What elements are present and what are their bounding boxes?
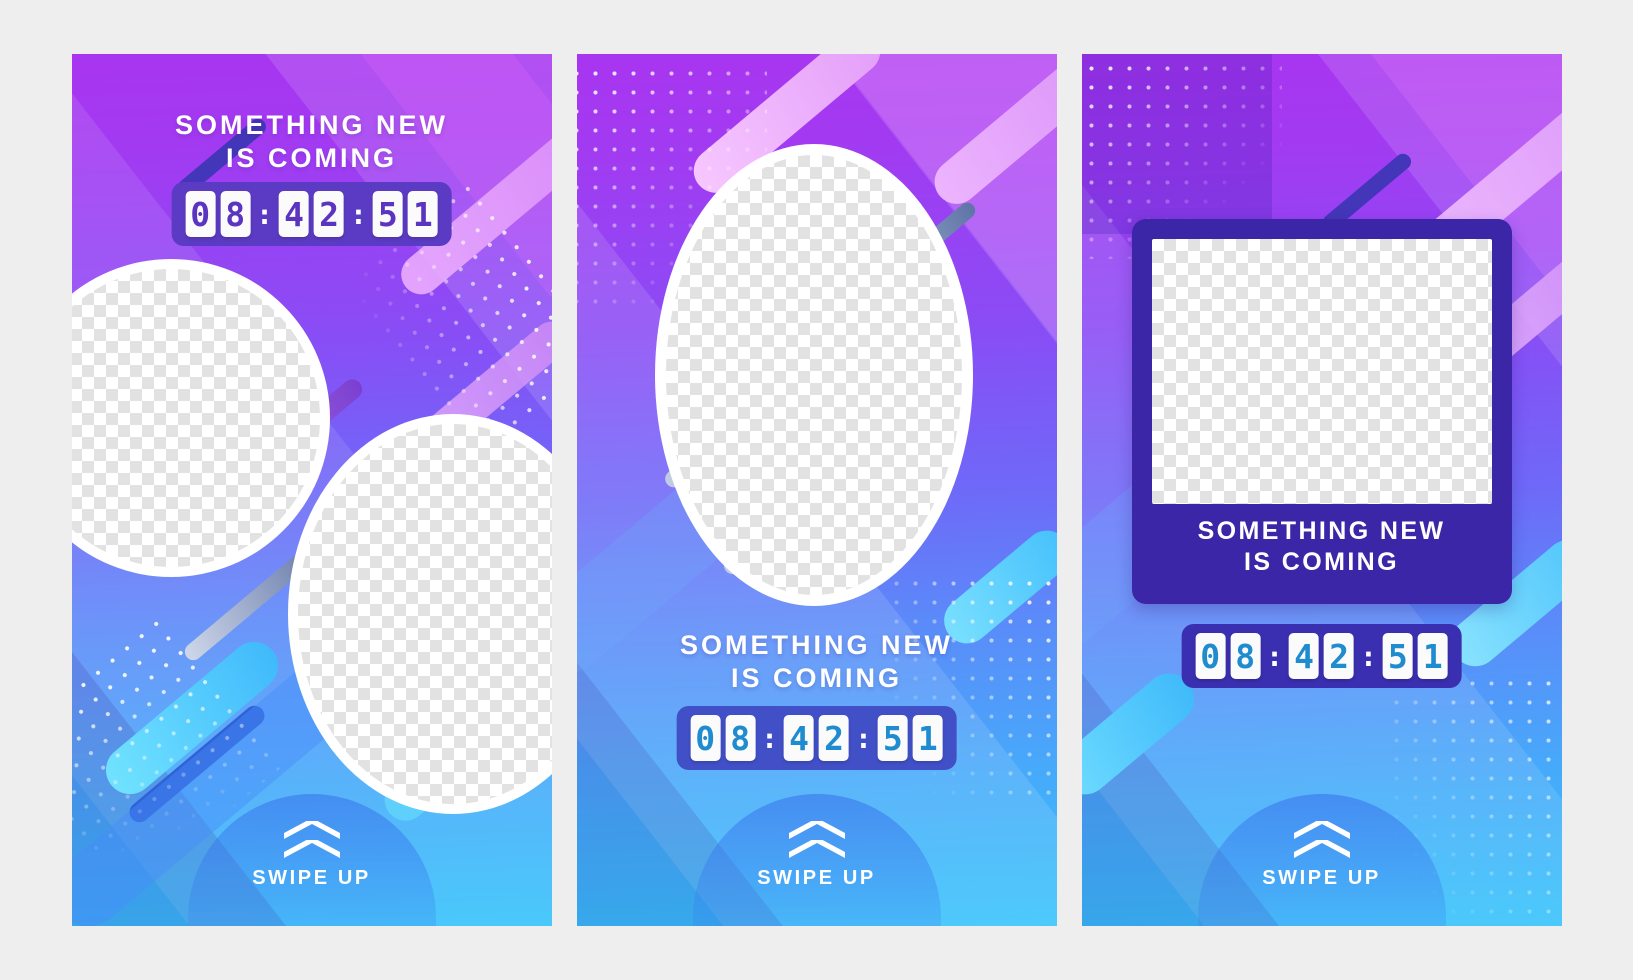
countdown-digit: 8 xyxy=(725,715,756,761)
story-panel-2: SOMETHING NEW IS COMING 0 8 : 4 2 : 5 1 … xyxy=(576,54,1057,926)
swipe-up-label: SWIPE UP xyxy=(1262,867,1381,889)
panel-3-countdown[interactable]: 0 8 : 4 2 : 5 1 xyxy=(1181,624,1462,688)
swipe-up-label: SWIPE UP xyxy=(252,867,371,889)
countdown-separator: : xyxy=(350,197,367,231)
countdown-separator: : xyxy=(1266,639,1283,673)
chevron-up-icon xyxy=(1291,821,1353,861)
panel-1-headline: SOMETHING NEW IS COMING xyxy=(72,109,552,175)
image-placeholder-square[interactable] xyxy=(1151,239,1492,504)
headline-line-1: SOMETHING NEW xyxy=(680,630,953,660)
countdown-separator: : xyxy=(1360,639,1377,673)
countdown-digit: 0 xyxy=(1195,633,1226,679)
countdown-digit: 5 xyxy=(877,715,908,761)
countdown-digit: 2 xyxy=(1324,633,1354,679)
headline-line-2: IS COMING xyxy=(225,142,397,173)
panel-3-photo-frame: SOMETHING NEW IS COMING xyxy=(1131,219,1512,604)
countdown-digit: 2 xyxy=(314,191,344,237)
panel-2-swipe-up[interactable]: SWIPE UP xyxy=(692,794,941,926)
countdown-digit: 4 xyxy=(784,715,814,761)
panel-2-headline: SOMETHING NEW IS COMING xyxy=(577,629,1057,695)
countdown-digit: 1 xyxy=(912,715,943,761)
decor-bar-cyan-right xyxy=(934,521,1057,653)
countdown-separator: : xyxy=(855,721,872,755)
headline-line-1: SOMETHING NEW xyxy=(1197,517,1446,545)
headline-line-2: IS COMING xyxy=(730,662,902,693)
countdown-separator: : xyxy=(256,197,273,231)
headline-line-2: IS COMING xyxy=(1244,547,1399,576)
panel-3-headline: SOMETHING NEW IS COMING xyxy=(1132,516,1512,577)
countdown-digit: 1 xyxy=(407,191,438,237)
countdown-digit: 4 xyxy=(279,191,309,237)
countdown-digit: 0 xyxy=(690,715,721,761)
countdown-digit: 5 xyxy=(372,191,403,237)
panel-1-swipe-up[interactable]: SWIPE UP xyxy=(187,794,436,926)
decor-bar-blue-dark xyxy=(124,701,269,827)
story-template-board: SOMETHING NEW IS COMING 0 8 : 4 2 : 5 1 xyxy=(0,0,1633,980)
countdown-digit: 1 xyxy=(1417,633,1448,679)
decor-bar-cyan xyxy=(95,632,288,804)
image-placeholder-oval-checker xyxy=(665,155,962,595)
panel-3-swipe-up[interactable]: SWIPE UP xyxy=(1197,794,1446,926)
countdown-separator: : xyxy=(761,721,778,755)
countdown-digit: 0 xyxy=(185,191,216,237)
swipe-up-label: SWIPE UP xyxy=(757,867,876,889)
decor-sheet-indigo-corner xyxy=(1081,54,1272,234)
countdown-digit: 4 xyxy=(1289,633,1319,679)
countdown-digit: 5 xyxy=(1382,633,1413,679)
countdown-digit: 2 xyxy=(819,715,849,761)
panel-1-countdown[interactable]: 0 8 : 4 2 : 5 1 xyxy=(171,182,452,246)
countdown-digit: 8 xyxy=(220,191,251,237)
decor-bar-pink-right xyxy=(925,54,1057,213)
chevron-up-icon xyxy=(281,821,343,861)
panel-2-countdown[interactable]: 0 8 : 4 2 : 5 1 xyxy=(676,706,957,770)
headline-line-1: SOMETHING NEW xyxy=(175,110,448,140)
countdown-digit: 8 xyxy=(1230,633,1261,679)
story-panel-3: SOMETHING NEW IS COMING 0 8 : 4 2 : 5 1 xyxy=(1081,54,1562,926)
story-panel-1: SOMETHING NEW IS COMING 0 8 : 4 2 : 5 1 xyxy=(71,54,552,926)
chevron-up-icon xyxy=(786,821,848,861)
